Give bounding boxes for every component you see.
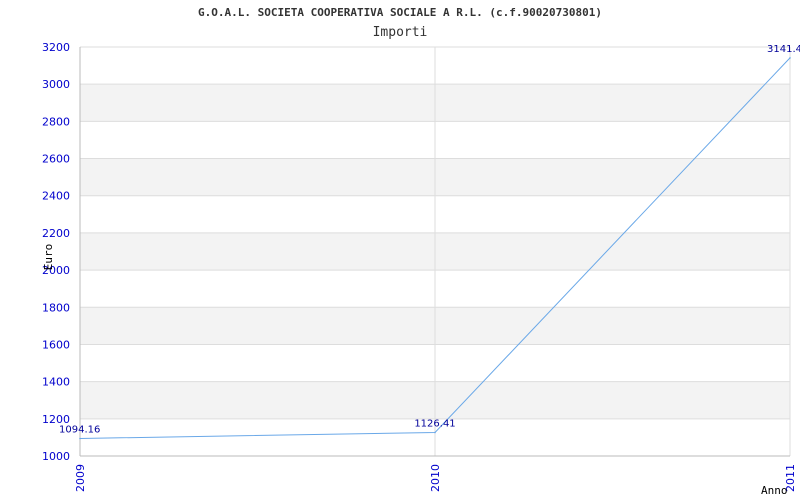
- data-point: [789, 57, 791, 59]
- y-tick-label: 1000: [42, 450, 70, 463]
- y-tick-label: 2200: [42, 227, 70, 240]
- line-chart: 1000120014001600180020002200240026002800…: [42, 41, 800, 497]
- x-axis-title: Anno: [761, 484, 788, 497]
- data-point: [434, 431, 436, 434]
- y-tick-label: 3200: [42, 41, 70, 54]
- y-tick-label: 1600: [42, 338, 70, 351]
- y-tick-label: 2800: [42, 115, 70, 128]
- x-tick-label: 2009: [74, 464, 87, 492]
- data-point: [79, 437, 81, 440]
- y-tick-label: 2400: [42, 190, 70, 203]
- data-label: 1094.16: [59, 424, 100, 435]
- x-tick-label: 2010: [429, 464, 442, 492]
- x-tick-labels: 2009 2010 2011: [74, 464, 797, 492]
- data-label: 3141.4: [767, 44, 800, 55]
- y-tick-label: 3000: [42, 78, 70, 91]
- data-label: 1126.41: [414, 418, 455, 429]
- y-tick-label: 1800: [42, 301, 70, 314]
- y-tick-label: 2600: [42, 153, 70, 166]
- y-axis-title: Euro: [42, 244, 55, 271]
- y-tick-label: 1400: [42, 376, 70, 389]
